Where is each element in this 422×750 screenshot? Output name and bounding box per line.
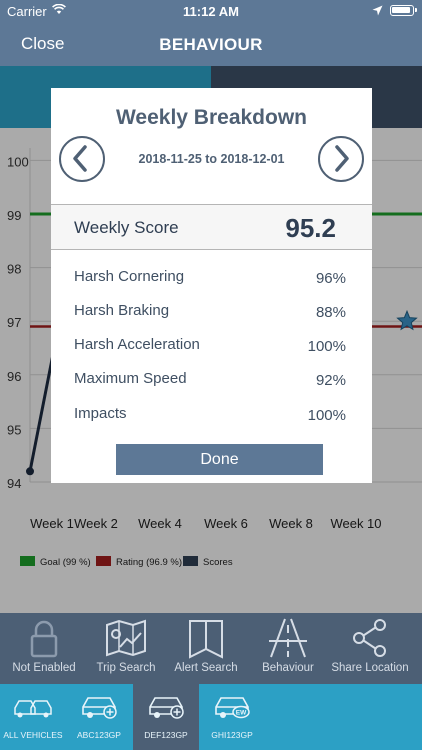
toolbar-label: Share Location xyxy=(331,662,409,674)
lock-icon xyxy=(30,620,58,658)
vehicle-selector: ALL VEHICLES ABC123GP DEF123GP EW GHI123… xyxy=(0,684,422,750)
status-bar: Carrier 11:12 AM xyxy=(0,0,422,22)
metric-value: 100% xyxy=(307,407,346,424)
vehicle-tab[interactable]: EW GHI123GP xyxy=(199,684,265,750)
metric-value: 100% xyxy=(307,338,346,355)
toolbar-item-behaviour[interactable]: Behaviour xyxy=(246,613,330,684)
done-button[interactable]: Done xyxy=(116,444,323,475)
metric-value: 96% xyxy=(315,270,346,287)
metric-label: Maximum Speed xyxy=(74,370,187,387)
metric-row: Harsh Braking 88% xyxy=(74,302,346,322)
vehicle-tab-selected[interactable]: DEF123GP xyxy=(133,684,199,750)
metric-row: Impacts 100% xyxy=(74,405,346,425)
toolbar-label: Trip Search xyxy=(96,662,156,674)
toolbar-item-share-location[interactable]: Share Location xyxy=(328,613,412,684)
weekly-breakdown-dialog: Weekly Breakdown 2018-11-25 to 2018-12-0… xyxy=(51,88,372,483)
page-title: BEHAVIOUR xyxy=(159,35,263,54)
vehicle-label: ABC123GP xyxy=(77,730,121,740)
map-icon xyxy=(106,619,146,657)
toolbar-item-trip-search[interactable]: Trip Search xyxy=(84,613,168,684)
location-arrow-icon xyxy=(372,5,383,16)
metric-value: 92% xyxy=(315,372,346,389)
clock: 11:12 AM xyxy=(183,4,239,19)
weekly-score-label: Weekly Score xyxy=(74,218,179,237)
toolbar-label: Behaviour xyxy=(262,662,314,674)
next-week-button[interactable] xyxy=(318,136,364,182)
metric-value: 88% xyxy=(315,304,346,321)
toolbar-label: Alert Search xyxy=(174,662,238,674)
dialog-title: Weekly Breakdown xyxy=(115,106,308,129)
weekly-score-row: Weekly Score 95.2 xyxy=(51,204,372,250)
car-icon xyxy=(82,697,117,719)
metric-label: Harsh Cornering xyxy=(74,268,185,285)
vehicle-tab[interactable]: ABC123GP xyxy=(66,684,132,750)
chevron-right-icon xyxy=(335,145,349,172)
toolbar-label: Not Enabled xyxy=(12,662,76,674)
vehicle-label: GHI123GP xyxy=(211,730,253,740)
nav-bar: Close BEHAVIOUR xyxy=(0,22,422,66)
vehicles-group-icon xyxy=(14,700,52,718)
metric-row: Harsh Acceleration 100% xyxy=(74,336,346,356)
metric-row: Harsh Cornering 96% xyxy=(74,268,346,288)
book-icon xyxy=(189,620,223,659)
bottom-toolbar: Not Enabled Trip Search Alert Search Beh… xyxy=(0,613,422,684)
metric-row: Maximum Speed 92% xyxy=(74,370,346,390)
vehicle-tab-all[interactable]: ALL VEHICLES xyxy=(0,684,66,750)
car-ew-icon: EW xyxy=(215,697,250,719)
metric-label: Harsh Acceleration xyxy=(74,336,200,353)
toolbar-item-alert-search[interactable]: Alert Search xyxy=(164,613,248,684)
metric-label: Harsh Braking xyxy=(74,302,170,319)
road-icon xyxy=(269,618,307,658)
metric-label: Impacts xyxy=(74,405,127,422)
share-icon xyxy=(353,619,386,657)
weekly-score-value: 95.2 xyxy=(285,213,336,243)
car-icon xyxy=(149,697,184,719)
vehicle-label: ALL VEHICLES xyxy=(3,730,63,740)
battery-icon xyxy=(390,5,417,16)
toolbar-item-not-enabled[interactable]: Not Enabled xyxy=(2,613,86,684)
vehicle-label: DEF123GP xyxy=(144,730,188,740)
svg-text:EW: EW xyxy=(236,710,247,717)
